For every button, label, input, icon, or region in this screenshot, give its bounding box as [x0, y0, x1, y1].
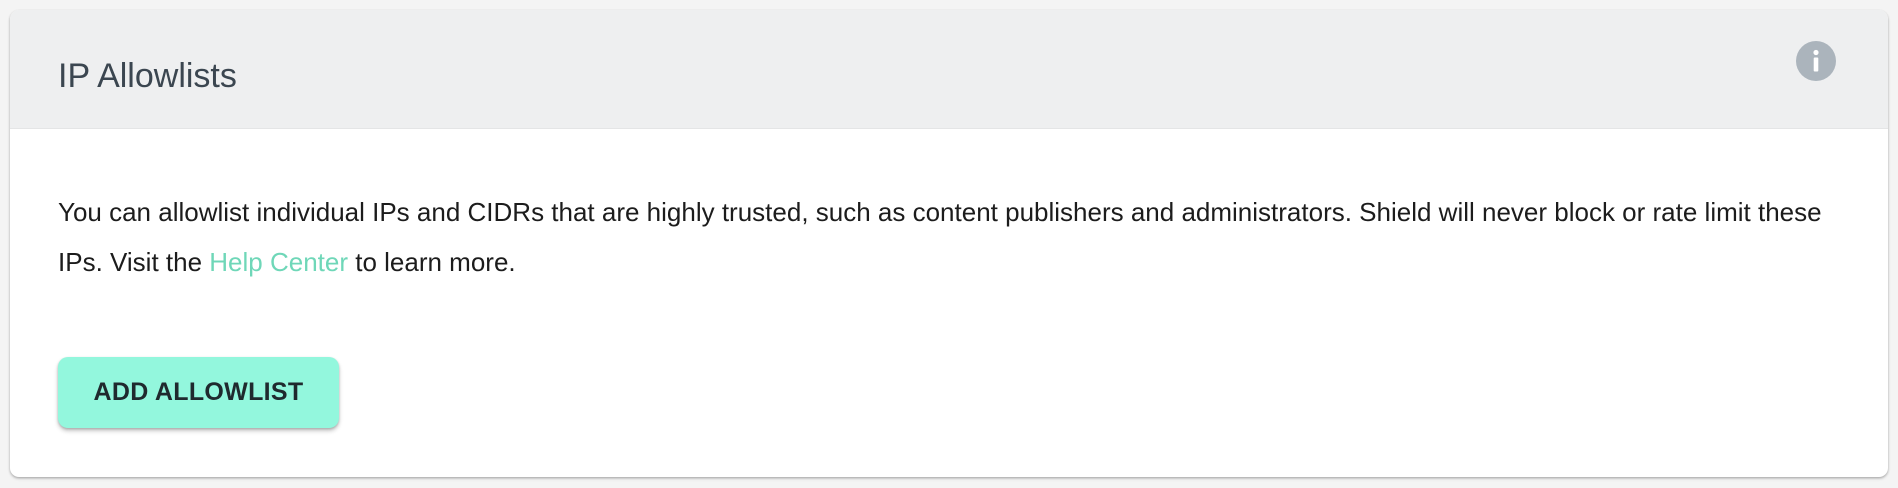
allowlist-description: You can allowlist individual IPs and CID…	[58, 187, 1848, 287]
card-header: IP Allowlists	[10, 10, 1888, 129]
info-icon[interactable]	[1796, 41, 1836, 81]
help-center-link[interactable]: Help Center	[209, 247, 348, 277]
add-allowlist-button[interactable]: ADD ALLOWLIST	[58, 357, 339, 428]
ip-allowlists-card: IP Allowlists You can allowlist individu…	[10, 10, 1888, 477]
page-title: IP Allowlists	[58, 57, 237, 95]
description-text-after: to learn more.	[348, 247, 516, 277]
